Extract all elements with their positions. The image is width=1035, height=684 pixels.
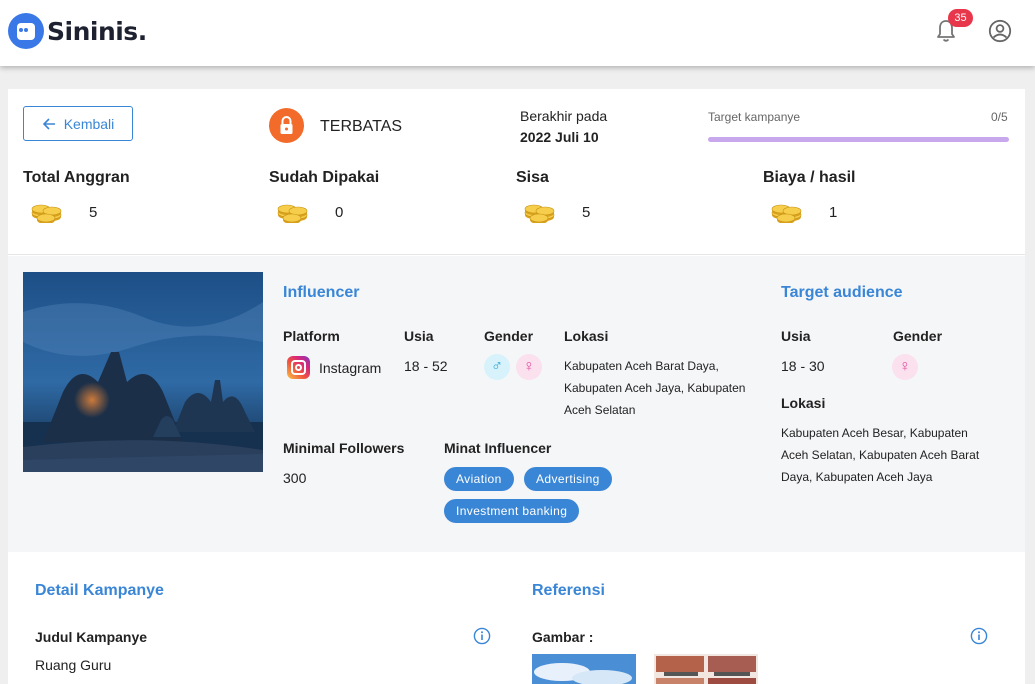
audience-age-label: Usia	[781, 328, 811, 344]
interest-tag[interactable]: Advertising	[524, 467, 612, 491]
info-icon[interactable]	[473, 627, 491, 645]
audience-age-value: 18 - 30	[781, 358, 825, 374]
back-button-label: Kembali	[63, 115, 115, 132]
interest-label: Minat Influencer	[444, 440, 552, 456]
influencer-gender-label: Gender	[484, 328, 534, 344]
target-progress-bar	[708, 137, 1009, 142]
stat-label: Biaya / hasil	[763, 169, 856, 186]
stat-spent: Sudah Dipakai 0	[269, 169, 379, 223]
influencer-title: Influencer	[283, 284, 360, 301]
campaign-title-value: Ruang Guru	[35, 657, 112, 673]
coins-icon	[31, 204, 62, 223]
stat-label: Sudah Dipakai	[269, 169, 380, 186]
influencer-age-value: 18 - 52	[404, 358, 448, 374]
end-date-label: Berakhir pada	[520, 108, 608, 124]
platform-label: Platform	[283, 328, 340, 344]
male-icon: ♂	[484, 354, 510, 380]
stat-value: 0	[335, 203, 344, 221]
reference-image-label: Gambar :	[532, 629, 594, 645]
coins-icon	[524, 204, 555, 223]
campaign-details: Detail Kampanye Judul Kampanye Ruang Gur…	[8, 552, 1025, 684]
detail-title: Detail Kampanye	[35, 582, 164, 599]
back-button[interactable]: Kembali	[23, 106, 133, 141]
info-icon[interactable]	[970, 627, 988, 645]
stat-label: Sisa	[516, 169, 549, 186]
campaign-targeting: Influencer Platform Instagram Usia 18 - …	[8, 256, 1025, 552]
stat-value: 5	[582, 203, 591, 221]
target-count: 0/5	[991, 110, 1008, 124]
stat-cost-per-result: Biaya / hasil 1	[763, 169, 856, 223]
stat-remaining: Sisa 5	[516, 169, 590, 223]
female-icon: ♀	[892, 354, 918, 380]
reference-title: Referensi	[532, 582, 605, 599]
stat-total-budget: Total Anggran 5	[23, 169, 130, 223]
audience-location-label: Lokasi	[781, 395, 826, 411]
arrow-left-icon	[42, 117, 55, 130]
stat-value: 5	[89, 203, 98, 221]
stat-label: Total Anggran	[23, 169, 130, 186]
logo-icon	[8, 13, 44, 49]
min-followers-label: Minimal Followers	[283, 440, 405, 456]
notification-badge: 35	[948, 9, 973, 27]
coins-icon	[277, 204, 308, 223]
campaign-summary: Kembali TERBATAS Berakhir pada 2022 Juli…	[8, 89, 1025, 255]
influencer-location-value: Kabupaten Aceh Barat Daya, Kabupaten Ace…	[564, 359, 746, 417]
coins-icon	[771, 204, 802, 223]
audience-location-value: Kabupaten Aceh Besar, Kabupaten Aceh Sel…	[781, 426, 980, 484]
logo-text: Sininis.	[47, 16, 147, 46]
stat-value: 1	[829, 203, 838, 221]
campaign-card: Kembali TERBATAS Berakhir pada 2022 Juli…	[8, 89, 1025, 684]
female-icon: ♀	[516, 354, 542, 380]
top-bar: Sininis. 35	[0, 0, 1035, 66]
reference-image-thumbnail[interactable]	[532, 654, 636, 684]
campaign-status: TERBATAS	[320, 118, 403, 135]
account-icon[interactable]	[988, 19, 1012, 43]
end-date: 2022 Juli 10	[520, 129, 599, 145]
interest-tag[interactable]: Investment banking	[444, 499, 580, 523]
instagram-icon	[287, 356, 310, 379]
audience-gender-label: Gender	[893, 328, 943, 344]
lock-icon	[269, 108, 304, 143]
campaign-image	[23, 272, 263, 472]
reference-image-thumbnail[interactable]	[654, 654, 758, 684]
audience-title: Target audience	[781, 284, 903, 301]
influencer-age-label: Usia	[404, 328, 434, 344]
target-label: Target kampanye	[708, 110, 801, 124]
app-logo[interactable]: Sininis.	[8, 13, 147, 49]
platform-value: Instagram	[319, 360, 382, 376]
influencer-location-label: Lokasi	[564, 328, 609, 344]
interest-tag[interactable]: Aviation	[444, 467, 514, 491]
min-followers-value: 300	[283, 470, 307, 486]
campaign-title-label: Judul Kampanye	[35, 629, 148, 645]
